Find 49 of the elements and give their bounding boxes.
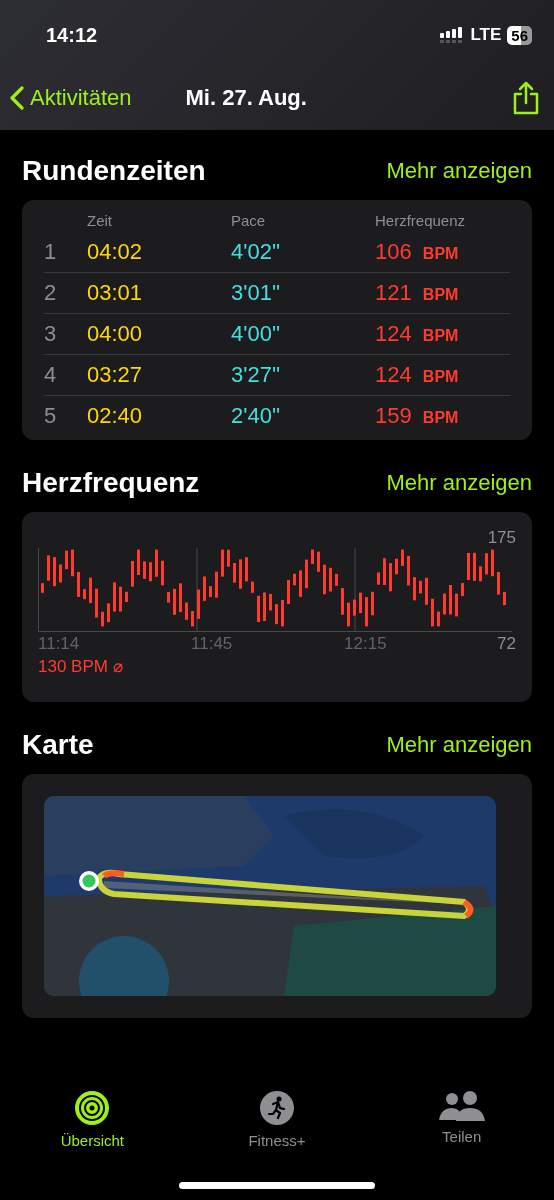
- signal-icon: [440, 27, 465, 43]
- tab-item[interactable]: Übersicht: [0, 1090, 185, 1149]
- column-header: Herzfrequenz: [375, 211, 467, 229]
- screen-title: Mi. 27. Aug.: [185, 85, 308, 111]
- share-icon[interactable]: [512, 81, 540, 115]
- network-label: LTE: [470, 25, 502, 45]
- lap-time: 03:27: [87, 362, 144, 388]
- lap-heart-rate: 124 BPM: [375, 362, 460, 388]
- tab-item[interactable]: Teilen: [369, 1090, 554, 1149]
- lap-heart-rate: 159 BPM: [375, 403, 460, 429]
- battery-level: 56: [507, 25, 532, 45]
- column-header: Zeit: [87, 211, 113, 229]
- back-button[interactable]: Aktivitäten: [10, 85, 132, 111]
- lap-number: 3: [44, 321, 58, 347]
- time-label: 12:15: [344, 634, 388, 654]
- time-label: 11:14: [38, 634, 81, 654]
- min-value: 72: [497, 634, 516, 654]
- lap-heart-rate: 124 BPM: [375, 321, 460, 347]
- lap-pace: 2'40'': [231, 403, 282, 429]
- lap-heart-rate: 121 BPM: [375, 280, 460, 306]
- column-header: Pace: [231, 211, 267, 229]
- lap-time: 02:40: [87, 403, 144, 429]
- chevron-left-icon: [10, 86, 24, 110]
- lap-time: 04:00: [87, 321, 144, 347]
- lap-pace: 4'02'': [231, 239, 282, 265]
- lap-pace: 4'00'': [231, 321, 282, 347]
- average-heart-rate: 130 BPM ⌀: [38, 657, 123, 676]
- lap-pace: 3'27'': [231, 362, 282, 388]
- lap-number: 1: [44, 239, 58, 265]
- lap-time: 03:01: [87, 280, 144, 306]
- lap-heart-rate: 106 BPM: [375, 239, 460, 265]
- rings-icon: [74, 1090, 111, 1126]
- section-title: Rundenzeiten: [22, 155, 206, 187]
- lap-time: 04:02: [87, 239, 144, 265]
- runner-icon: [259, 1090, 295, 1126]
- section-title: Karte: [22, 729, 94, 761]
- lap-number: 4: [44, 362, 58, 388]
- section-title: Herzfrequenz: [22, 467, 200, 499]
- time-label: 11:45: [191, 634, 234, 654]
- lap-number: 2: [44, 280, 58, 306]
- tab-item[interactable]: Fitness+: [184, 1090, 370, 1149]
- show-more-link[interactable]: Mehr anzeigen: [386, 732, 532, 758]
- clock-time: 14:12: [46, 23, 99, 47]
- people-icon: [438, 1090, 485, 1122]
- max-value: 175: [486, 528, 516, 548]
- lap-pace: 3'01'': [231, 280, 282, 306]
- show-more-link[interactable]: Mehr anzeigen: [386, 470, 532, 496]
- lap-number: 5: [44, 403, 58, 429]
- show-more-link[interactable]: Mehr anzeigen: [386, 158, 532, 184]
